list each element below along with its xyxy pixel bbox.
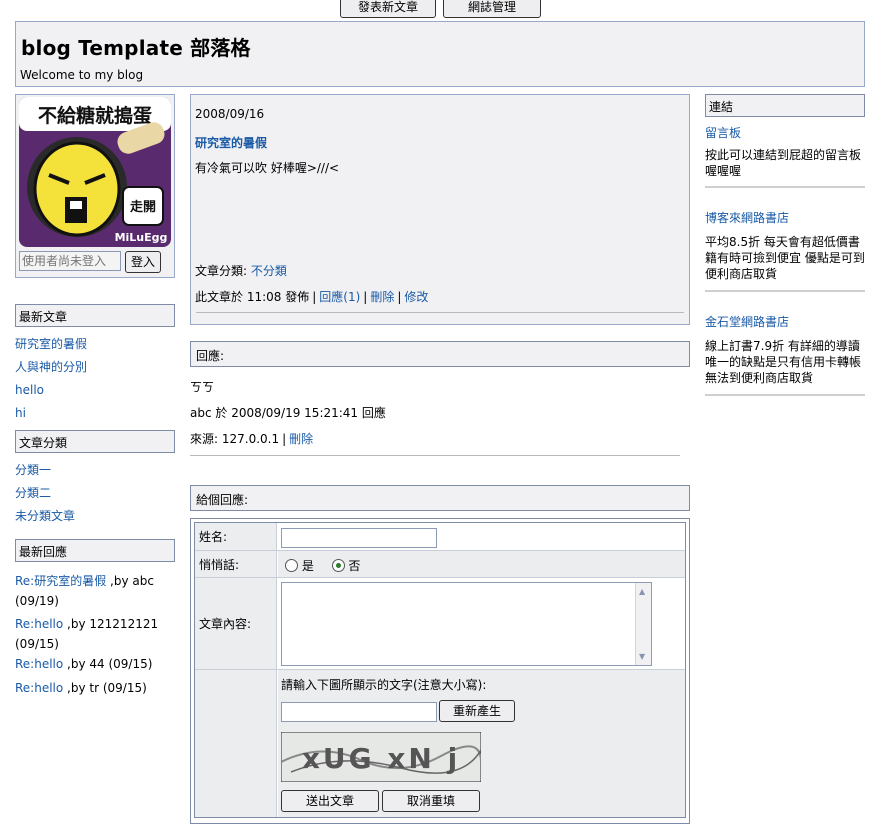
content-row: 文章內容: ▲ ▼ <box>195 578 685 670</box>
reply-form: 姓名: 悄悄話: 是 否 文章內容: ▲ ▼ 請輸入下圖所顯示的文字(注意大小寫… <box>190 518 690 824</box>
latest-reply-meta: ,by tr (09/15) <box>63 681 147 695</box>
regenerate-captcha-button[interactable]: 重新產生 <box>439 700 515 722</box>
separator: | <box>282 432 287 446</box>
whisper-no-radio[interactable] <box>331 559 345 572</box>
post-card: 2008/09/16 研究室的暑假 有冷氣可以吹 好棒喔>///< 文章分類: … <box>190 94 690 325</box>
latest-reply-link[interactable]: Re:hello <box>15 617 63 631</box>
link-title[interactable]: 博客來網路書店 <box>705 209 789 226</box>
captcha-image: xUG xN j <box>281 732 481 782</box>
blog-admin-button[interactable]: 網誌管理 <box>443 0 541 18</box>
reset-form-button[interactable]: 取消重填 <box>382 790 480 812</box>
whisper-label: 悄悄話: <box>195 551 277 577</box>
post-meta-bar: 此文章於 11:08 發佈 | 回應(1) | 刪除 | 修改 <box>195 288 428 305</box>
avatar-slogan: 不給糖就搗蛋 <box>38 104 152 127</box>
whisper-row: 悄悄話: 是 否 <box>195 551 685 578</box>
blog-welcome: Welcome to my blog <box>20 68 144 82</box>
latest-reply-link[interactable]: Re:hello <box>15 657 63 671</box>
latest-reply-meta: ,by 44 (09/15) <box>63 657 153 671</box>
blog-title: blog Template 部落格 <box>21 36 251 60</box>
post-divider <box>196 312 684 313</box>
login-button[interactable]: 登入 <box>125 251 161 273</box>
reply-delete-link[interactable]: 刪除 <box>289 432 313 446</box>
latest-posts-heading: 最新文章 <box>15 304 175 327</box>
link-divider <box>705 290 865 292</box>
captcha-row: 請輸入下圖所顯示的文字(注意大小寫): 重新產生 xUG xN j 送出文章 取… <box>195 670 685 817</box>
content-cell: ▲ ▼ <box>278 578 685 669</box>
user-panel: 不給糖就搗蛋 走開 MiLuEgg 登入 <box>15 94 175 278</box>
link-description: 平均8.5折 每天會有超低價書籍有時可撿到便宜 優點是可到便利商店取貨 <box>705 235 865 281</box>
whisper-yes-radio[interactable] <box>285 559 298 572</box>
login-input[interactable] <box>19 251 121 271</box>
content-label: 文章內容: <box>195 578 277 669</box>
category-link[interactable]: 分類一 <box>15 461 51 478</box>
latest-post-link[interactable]: 研究室的暑假 <box>15 335 87 352</box>
whisper-no-label: 否 <box>348 559 361 573</box>
latest-post-link[interactable]: hello <box>15 383 44 397</box>
link-title[interactable]: 金石堂網路書店 <box>705 313 789 330</box>
replies-heading: 回應: <box>190 341 690 367</box>
category-link[interactable]: 分類二 <box>15 484 51 501</box>
links-heading: 連結 <box>705 94 865 117</box>
latest-reply-item: Re:hello ,by 121212121 (09/15) <box>15 614 177 654</box>
post-title[interactable]: 研究室的暑假 <box>195 134 267 151</box>
avatar-brand-text: MiLuEgg <box>115 231 168 244</box>
scroll-up-icon[interactable]: ▲ <box>639 587 645 596</box>
post-category: 文章分類: 不分類 <box>195 262 287 279</box>
separator: | <box>397 290 402 304</box>
latest-reply-link[interactable]: Re:研究室的暑假 <box>15 574 106 588</box>
name-input[interactable] <box>281 528 437 548</box>
reply-form-heading: 給個回應: <box>190 485 690 511</box>
whisper-options: 是 否 <box>285 557 360 574</box>
reply-source: 來源: 127.0.0.1 | 刪除 <box>190 430 313 447</box>
content-scrollbar[interactable]: ▲ ▼ <box>635 583 651 665</box>
link-description: 線上訂書7.9折 有詳細的導讀 唯一的缺點是只有信用卡轉帳 無法到便利商店取貨 <box>705 339 862 385</box>
whisper-cell: 是 否 <box>278 551 685 577</box>
reply-meta: abc 於 2008/09/19 15:21:41 回應 <box>190 406 386 420</box>
captcha-prompt: 請輸入下圖所顯示的文字(注意大小寫): <box>281 678 487 692</box>
latest-post-link[interactable]: 人與神的分別 <box>15 358 87 375</box>
name-label: 姓名: <box>195 523 277 550</box>
captcha-input[interactable] <box>281 702 437 722</box>
captcha-cell: 請輸入下圖所顯示的文字(注意大小寫): 重新產生 xUG xN j 送出文章 取… <box>278 670 685 817</box>
latest-replies-heading: 最新回應 <box>15 539 175 562</box>
new-post-button[interactable]: 發表新文章 <box>340 0 436 18</box>
post-date: 2008/09/16 <box>195 107 265 121</box>
link-divider <box>705 394 865 396</box>
captcha-label-cell <box>195 670 277 817</box>
submit-reply-button[interactable]: 送出文章 <box>281 790 379 812</box>
reply-form-table: 姓名: 悄悄話: 是 否 文章內容: ▲ ▼ 請輸入下圖所顯示的文字(注意大小寫… <box>194 522 686 818</box>
blog-header: blog Template 部落格 Welcome to my blog <box>15 21 865 87</box>
avatar: 不給糖就搗蛋 走開 MiLuEgg <box>19 97 171 247</box>
whisper-yes-label: 是 <box>301 559 314 573</box>
latest-post-link[interactable]: hi <box>15 406 26 420</box>
latest-reply-item: Re:研究室的暑假 ,by abc (09/19) <box>15 571 177 611</box>
categories-heading: 文章分類 <box>15 430 175 453</box>
post-category-label: 文章分類: <box>195 264 248 278</box>
latest-reply-item: Re:hello ,by tr (09/15) <box>15 678 177 698</box>
name-row: 姓名: <box>195 523 685 551</box>
link-divider <box>705 186 865 188</box>
captcha-text: xUG xN j <box>302 742 460 775</box>
link-title[interactable]: 留言板 <box>705 124 741 141</box>
post-posted-time: 此文章於 11:08 發佈 <box>195 290 310 304</box>
latest-reply-link[interactable]: Re:hello <box>15 681 63 695</box>
post-category-link[interactable]: 不分類 <box>251 264 287 278</box>
post-reply-link[interactable]: 回應(1) <box>319 290 360 304</box>
latest-reply-item: Re:hello ,by 44 (09/15) <box>15 654 177 674</box>
name-cell <box>278 523 685 550</box>
avatar-badge-text: 走開 <box>130 199 156 215</box>
reply-source-ip: 來源: 127.0.0.1 <box>190 432 280 446</box>
post-edit-link[interactable]: 修改 <box>404 290 428 304</box>
link-description: 按此可以連結到屁超的留言板喔喔喔 <box>705 148 862 178</box>
separator: | <box>312 290 317 304</box>
post-body: 有冷氣可以吹 好棒喔>///< <box>195 161 340 175</box>
content-textarea[interactable]: ▲ ▼ <box>281 582 652 666</box>
reply-divider <box>190 455 680 456</box>
scroll-down-icon[interactable]: ▼ <box>639 652 645 661</box>
category-link[interactable]: 未分類文章 <box>15 507 75 524</box>
post-delete-link[interactable]: 刪除 <box>370 290 394 304</box>
reply-content: ㄎㄎ <box>190 380 215 394</box>
separator: | <box>363 290 368 304</box>
